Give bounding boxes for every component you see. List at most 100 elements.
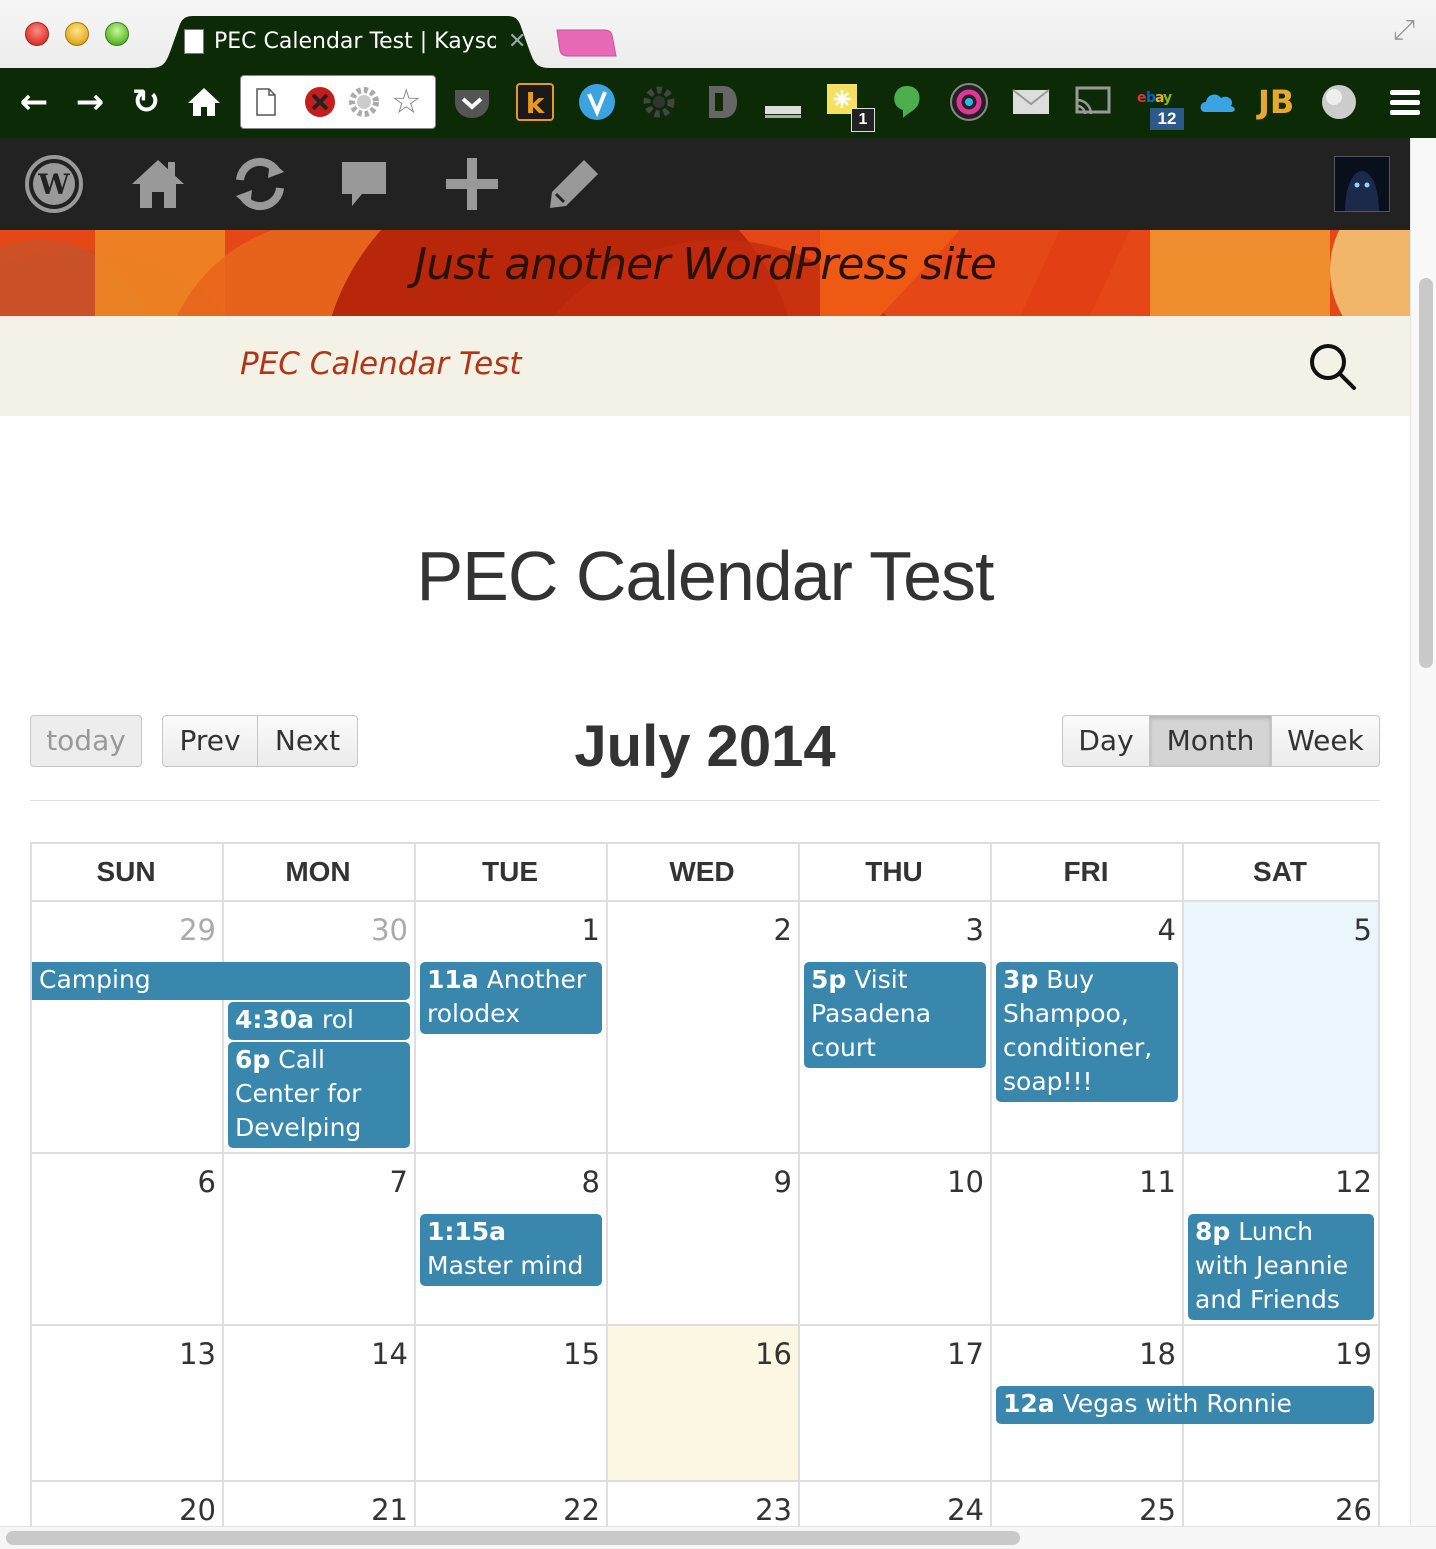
- klout-icon[interactable]: k: [515, 82, 555, 122]
- day-number[interactable]: 18: [996, 1336, 1176, 1372]
- vertical-scrollbar-thumb[interactable]: [1419, 278, 1433, 668]
- evernote-icon[interactable]: [887, 82, 927, 122]
- v-extension-icon[interactable]: [577, 82, 617, 122]
- day-number[interactable]: 14: [228, 1336, 408, 1372]
- add-new-icon[interactable]: [440, 152, 504, 216]
- divider: [30, 800, 1380, 801]
- site-tagline: Just another WordPress site: [414, 239, 997, 290]
- browser-tab[interactable]: PEC Calendar Test | Kayson ✕: [150, 16, 550, 68]
- browser-titlebar: PEC Calendar Test | Kayson ✕ ⤢: [0, 0, 1436, 68]
- day-number[interactable]: 7: [228, 1164, 408, 1200]
- calendar-event[interactable]: Camping: [32, 962, 410, 1000]
- scale-icon[interactable]: [763, 82, 803, 122]
- event-time: 5p: [811, 965, 847, 994]
- minimize-window-button[interactable]: [65, 22, 89, 46]
- event-time: 3p: [1003, 965, 1039, 994]
- search-icon[interactable]: [1306, 340, 1358, 392]
- day-number[interactable]: 21: [228, 1492, 408, 1528]
- horizontal-scrollbar[interactable]: [0, 1526, 1436, 1549]
- comments-icon[interactable]: [332, 152, 396, 216]
- new-tab-button[interactable]: [555, 28, 617, 58]
- address-bar[interactable]: ☆: [240, 75, 436, 129]
- calendar-event[interactable]: 1:15a Master mind #42: [420, 1214, 602, 1286]
- menu-icon[interactable]: [1386, 82, 1426, 122]
- calendar-event[interactable]: 3p Buy Shampoo, conditioner, soap!!!: [996, 962, 1178, 1102]
- day-number[interactable]: 1: [420, 912, 600, 948]
- horizontal-scrollbar-thumb[interactable]: [6, 1531, 1020, 1545]
- day-number[interactable]: 12: [1192, 1164, 1372, 1200]
- updates-icon[interactable]: [228, 152, 292, 216]
- calendar-event[interactable]: 11a Another rolodex: [420, 962, 602, 1034]
- day-view-button[interactable]: Day: [1062, 715, 1150, 767]
- color-picker-icon[interactable]: [949, 82, 989, 122]
- settings-gear-icon[interactable]: [347, 85, 381, 119]
- back-icon[interactable]: ←: [14, 82, 54, 122]
- event-title: rol: [322, 1005, 354, 1034]
- gear-icon[interactable]: [639, 82, 679, 122]
- next-button[interactable]: Next: [257, 715, 358, 767]
- forward-icon[interactable]: →: [70, 82, 110, 122]
- jb-icon[interactable]: JB: [1258, 82, 1298, 122]
- zoom-window-button[interactable]: [105, 22, 129, 46]
- day-number[interactable]: 5: [1192, 912, 1372, 948]
- tab-close-icon[interactable]: ✕: [508, 27, 526, 55]
- calendar-event[interactable]: 5p Visit Pasadena court: [804, 962, 986, 1068]
- calendar-event[interactable]: 6p Call Center for Develping Kids: [228, 1042, 410, 1148]
- day-number[interactable]: 15: [420, 1336, 600, 1372]
- wordpress-logo-icon[interactable]: W: [22, 152, 86, 216]
- day-number[interactable]: 6: [36, 1164, 216, 1200]
- day-number[interactable]: 26: [1192, 1492, 1372, 1528]
- day-number[interactable]: 22: [420, 1492, 600, 1528]
- bookmark-star-icon[interactable]: ☆: [391, 82, 421, 122]
- edit-pencil-icon[interactable]: [542, 152, 606, 216]
- extension-badge: 1: [851, 108, 875, 132]
- day-number[interactable]: 3: [804, 912, 984, 948]
- day-number[interactable]: 8: [420, 1164, 600, 1200]
- day-number[interactable]: 23: [612, 1492, 792, 1528]
- day-number[interactable]: 19: [1192, 1336, 1372, 1372]
- day-number[interactable]: 13: [36, 1336, 216, 1372]
- d-extension-icon[interactable]: [701, 82, 741, 122]
- event-time: 11a: [427, 965, 479, 994]
- today-button[interactable]: today: [30, 715, 142, 767]
- weekday-header: SAT: [1253, 856, 1307, 887]
- site-home-icon[interactable]: [126, 152, 190, 216]
- site-title-link[interactable]: PEC Calendar Test: [240, 344, 522, 384]
- calendar-event[interactable]: 4:30a rol: [228, 1002, 410, 1040]
- day-number[interactable]: 17: [804, 1336, 984, 1372]
- day-number[interactable]: 2: [612, 912, 792, 948]
- calendar-event[interactable]: 12a Vegas with Ronnie: [996, 1386, 1374, 1424]
- avatar[interactable]: [1334, 156, 1390, 212]
- fullscreen-icon[interactable]: ⤢: [1388, 14, 1420, 46]
- calendar-event[interactable]: 8p Lunch with Jeannie and Friends: [1188, 1214, 1374, 1320]
- day-number[interactable]: 24: [804, 1492, 984, 1528]
- weekday-header: WED: [669, 856, 735, 887]
- day-number[interactable]: 10: [804, 1164, 984, 1200]
- weekday-header: THU: [865, 856, 923, 887]
- day-number[interactable]: 29: [36, 912, 216, 948]
- day-number[interactable]: 25: [996, 1492, 1176, 1528]
- pocket-icon[interactable]: [452, 82, 492, 122]
- home-icon[interactable]: [184, 82, 224, 122]
- month-view-button[interactable]: Month: [1149, 715, 1272, 767]
- reload-icon[interactable]: ↻: [126, 82, 166, 122]
- close-window-button[interactable]: [25, 22, 49, 46]
- day-number[interactable]: 30: [228, 912, 408, 948]
- prev-button[interactable]: Prev: [162, 715, 258, 767]
- day-number[interactable]: 20: [36, 1492, 216, 1528]
- week-view-button[interactable]: Week: [1271, 715, 1380, 767]
- day-number[interactable]: 4: [996, 912, 1176, 948]
- block-icon[interactable]: [303, 85, 337, 119]
- cast-icon[interactable]: [1073, 82, 1113, 122]
- day-number[interactable]: 9: [612, 1164, 792, 1200]
- globe-icon[interactable]: [1319, 82, 1359, 122]
- weekday-header: TUE: [482, 856, 538, 887]
- event-time: 6p: [235, 1045, 271, 1074]
- day-number[interactable]: 11: [996, 1164, 1176, 1200]
- vertical-scrollbar[interactable]: [1410, 138, 1436, 1528]
- extension-badge: 12: [1150, 108, 1184, 130]
- mail-icon[interactable]: [1011, 82, 1051, 122]
- cloud-icon[interactable]: [1197, 82, 1237, 122]
- event-title: Master mind #42: [427, 1251, 584, 1280]
- day-number[interactable]: 16: [612, 1336, 792, 1372]
